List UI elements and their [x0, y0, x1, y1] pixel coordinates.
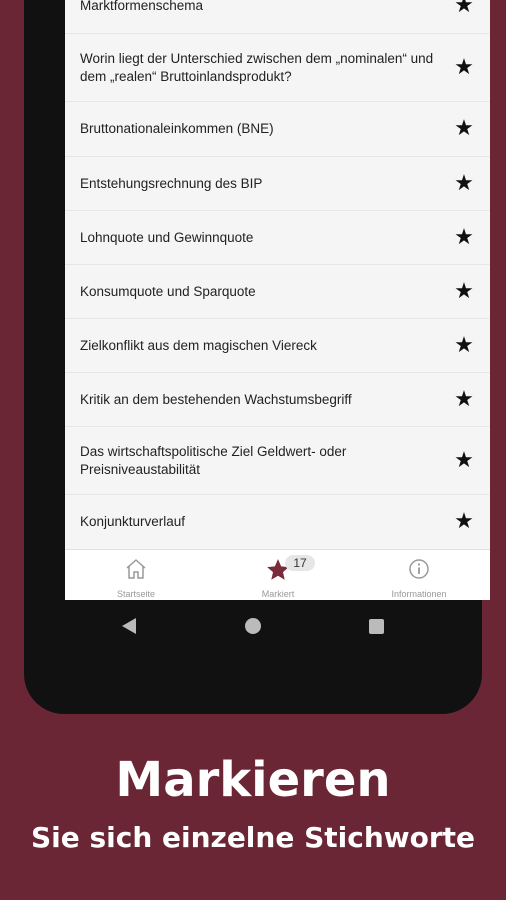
list-item[interactable]: Bruttonationaleinkommen (BNE) ★	[65, 102, 490, 157]
star-icon[interactable]: ★	[452, 56, 476, 79]
list-item-label: Das wirtschaftspolitische Ziel Geldwert-…	[80, 443, 347, 477]
list-item-label: Worin liegt der Unterschied zwischen dem…	[80, 50, 434, 84]
star-icon[interactable]: ★	[452, 226, 476, 249]
star-icon[interactable]: ★	[452, 449, 476, 472]
home-circle-icon[interactable]	[245, 618, 261, 634]
list-item-label: Lohnquote und Gewinnquote	[80, 229, 254, 245]
star-icon[interactable]: ★	[452, 172, 476, 195]
keyword-list: ★ Marktformenschema ★ Worin liegt der Un…	[65, 0, 490, 549]
list-item[interactable]: Konsumquote und Sparquote ★	[65, 265, 490, 319]
tab-info[interactable]: Informationen	[348, 550, 490, 600]
promo-subline: Sie sich einzelne Stichworte	[30, 821, 476, 854]
list-item[interactable]: Das wirtschaftspolitische Ziel Geldwert-…	[65, 427, 490, 495]
list-item[interactable]: Zielkonflikt aus dem magischen Viereck ★	[65, 319, 490, 373]
list-item-label: Marktformenschema	[80, 0, 204, 13]
promo-headline: Markieren	[115, 752, 391, 808]
star-icon[interactable]: ★	[452, 511, 476, 533]
list-item-label: Kritik an dem bestehenden Wachstumsbegri…	[80, 391, 352, 407]
list-item-label: Konjunkturverlauf	[80, 514, 186, 529]
tab-home[interactable]: Startseite	[65, 550, 207, 600]
list-item-label: Konsumquote und Sparquote	[80, 283, 256, 299]
list-item-label: Entstehungsrechnung des BIP	[80, 175, 263, 191]
tab-info-label: Informationen	[391, 589, 447, 599]
star-icon[interactable]: ★	[452, 334, 476, 357]
phone-frame: ★ Marktformenschema ★ Worin liegt der Un…	[24, 0, 490, 714]
tab-marked[interactable]: 17 Markiert	[207, 550, 349, 600]
list-item[interactable]: Konjunkturverlauf ★	[65, 495, 490, 549]
bottom-tab-bar: Startseite 17 Markiert Informationen	[65, 549, 490, 600]
list-item[interactable]: Lohnquote und Gewinnquote ★	[65, 211, 490, 265]
star-icon[interactable]: ★	[452, 280, 476, 303]
app-screen: ★ Marktformenschema ★ Worin liegt der Un…	[65, 0, 490, 600]
marked-count-badge: 17	[285, 555, 315, 571]
back-icon[interactable]	[122, 618, 136, 634]
star-icon[interactable]: ★	[452, 388, 476, 411]
list-item-label: Zielkonflikt aus dem magischen Viereck	[80, 337, 317, 353]
info-icon	[407, 557, 431, 586]
star-icon[interactable]: ★	[452, 0, 476, 17]
home-icon	[124, 557, 148, 586]
list-item[interactable]: Entstehungsrechnung des BIP ★	[65, 157, 490, 211]
recent-apps-icon[interactable]	[369, 619, 384, 634]
star-icon[interactable]: ★	[452, 118, 476, 140]
tab-home-label: Startseite	[116, 589, 156, 599]
list-item[interactable]: Kritik an dem bestehenden Wachstumsbegri…	[65, 373, 490, 427]
list-item[interactable]: Worin liegt der Unterschied zwischen dem…	[65, 34, 490, 102]
tab-marked-label: Markiert	[261, 589, 295, 599]
list-item-label: Bruttonationaleinkommen (BNE)	[80, 121, 274, 136]
list-item[interactable]: Marktformenschema ★	[65, 0, 490, 34]
android-nav-bar	[24, 600, 482, 654]
